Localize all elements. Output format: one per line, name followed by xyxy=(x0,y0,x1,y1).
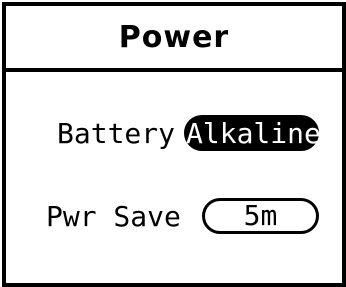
pwr-save-label: Pwr Save xyxy=(46,200,181,233)
pwr-save-value-selector[interactable]: 5m xyxy=(202,198,319,234)
screen-title: Power xyxy=(118,20,230,55)
setting-row-battery[interactable]: Battery Alkaline xyxy=(6,115,342,155)
battery-label: Battery xyxy=(57,117,176,150)
device-screen: Power Battery Alkaline Pwr Save 5m xyxy=(2,2,346,287)
setting-row-pwr-save[interactable]: Pwr Save 5m xyxy=(6,198,342,238)
title-divider xyxy=(6,68,342,72)
battery-value-selector[interactable]: Alkaline xyxy=(184,115,321,151)
